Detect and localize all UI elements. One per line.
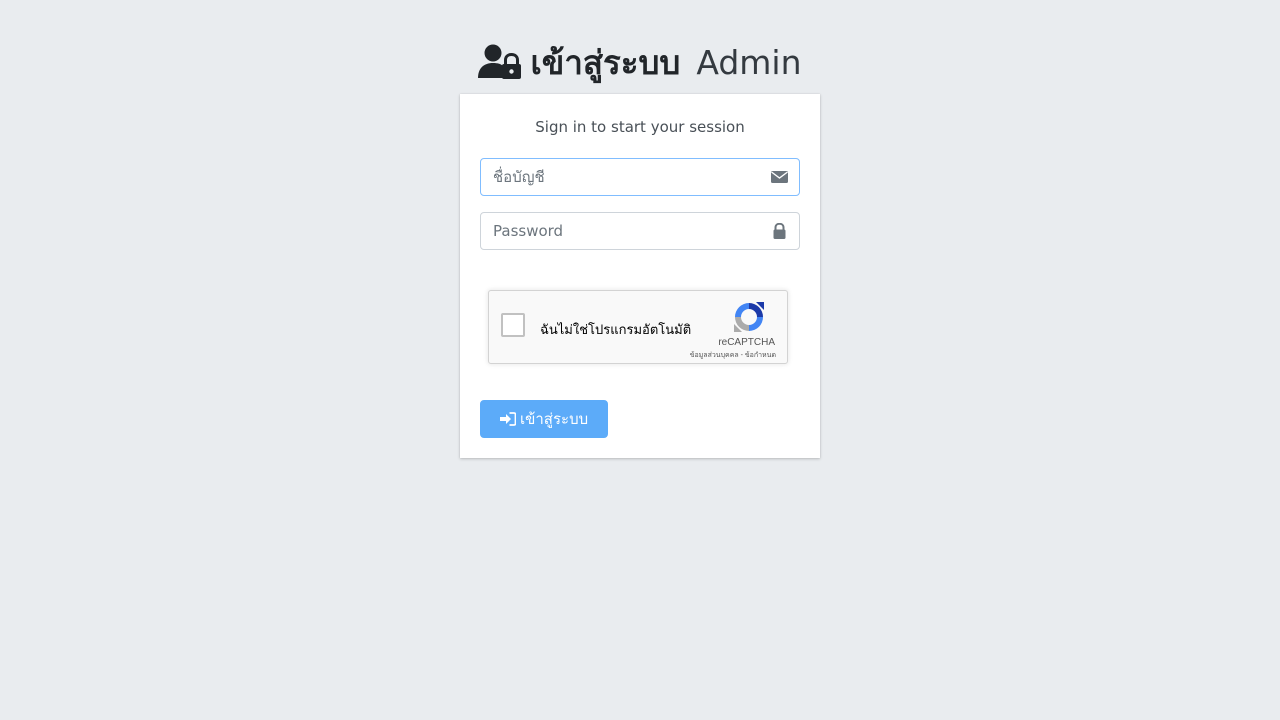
recaptcha-label: ฉันไม่ใช่โปรแกรมอัตโนมัติ bbox=[540, 322, 692, 337]
lock-icon bbox=[773, 223, 786, 239]
sign-in-icon bbox=[500, 412, 516, 426]
login-message: Sign in to start your session bbox=[535, 118, 745, 136]
recaptcha-checkbox[interactable] bbox=[501, 313, 525, 337]
recaptcha-brand: reCAPTCHA bbox=[718, 337, 775, 348]
password-input[interactable] bbox=[480, 212, 800, 250]
user-lock-icon bbox=[478, 44, 522, 79]
login-button-label: เข้าสู่ระบบ bbox=[520, 410, 589, 428]
username-input[interactable] bbox=[480, 158, 800, 196]
recaptcha-links[interactable]: ข้อมูลส่วนบุคคล - ข้อกำหนด bbox=[690, 350, 776, 361]
login-logo: เข้าสู่ระบบ Admin bbox=[460, 30, 820, 94]
envelope-icon bbox=[771, 171, 788, 183]
username-group bbox=[480, 158, 800, 196]
recaptcha-widget: ฉันไม่ใช่โปรแกรมอัตโนมัติ reCAPTCHA ข้อม… bbox=[488, 290, 788, 364]
login-button[interactable]: เข้าสู่ระบบ bbox=[480, 400, 609, 438]
page-title-suffix: Admin bbox=[696, 42, 802, 82]
page-title: เข้าสู่ระบบ bbox=[530, 42, 681, 82]
recaptcha-logo-icon bbox=[734, 302, 764, 332]
password-group bbox=[480, 212, 800, 250]
login-card: Sign in to start your session ฉันไม่ใช่โ… bbox=[460, 94, 820, 458]
login-box: เข้าสู่ระบบ Admin Sign in to start your s… bbox=[460, 30, 820, 458]
